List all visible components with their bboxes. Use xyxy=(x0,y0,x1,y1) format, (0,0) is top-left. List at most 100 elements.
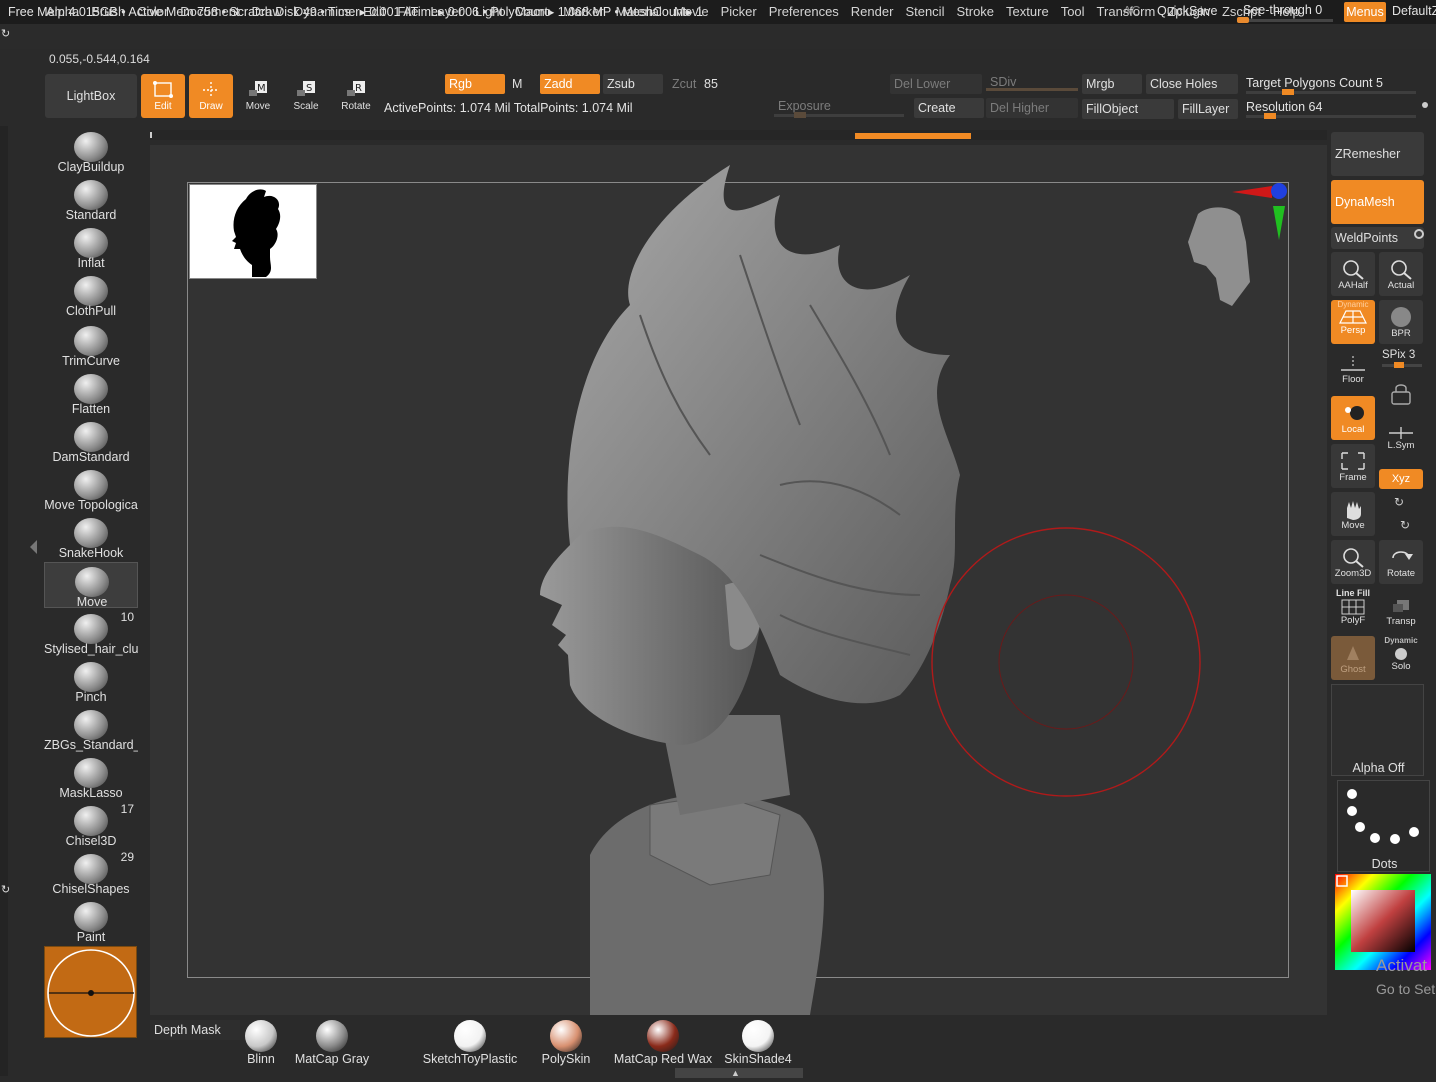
rotate-view-button[interactable]: Rotate xyxy=(1379,540,1423,584)
brush-claybuildup[interactable]: ClayBuildup xyxy=(44,128,138,174)
menu-material[interactable]: Material xyxy=(610,4,668,19)
refresh-icon[interactable]: ↻ xyxy=(1,27,10,40)
menu-edit[interactable]: Edit xyxy=(357,4,391,19)
alpha-slot[interactable]: Alpha Off xyxy=(1331,684,1424,776)
lsym-button[interactable]: L.Sym xyxy=(1379,424,1423,460)
brush-stylised-hair-clu[interactable]: Stylised_hair_clu 10 xyxy=(44,610,138,656)
material-sketchtoyplastic[interactable]: SketchToyPlastic xyxy=(420,1020,520,1066)
brush-trimcurve[interactable]: TrimCurve xyxy=(44,322,138,368)
default-script-label[interactable]: DefaultZ xyxy=(1392,4,1436,18)
del-higher-button[interactable]: Del Higher xyxy=(986,98,1078,118)
menu-render[interactable]: Render xyxy=(845,4,900,19)
menu-dynamics[interactable]: Dynamics xyxy=(288,4,357,19)
exposure-slider[interactable]: Exposure xyxy=(774,96,904,118)
weldpoints-option-icon[interactable] xyxy=(1414,229,1424,239)
target-polygons-slider[interactable]: Target Polygons Count 5 xyxy=(1242,73,1422,95)
resolution-knob[interactable] xyxy=(1264,113,1276,119)
menu-alpha[interactable]: Alpha xyxy=(40,4,85,19)
canvas-tab-active[interactable] xyxy=(855,133,971,139)
menu-preferences[interactable]: Preferences xyxy=(763,4,845,19)
xyz-toggle[interactable]: Xyz xyxy=(1379,469,1423,489)
target-polygons-knob[interactable] xyxy=(1282,89,1294,95)
zadd-toggle[interactable]: Zadd xyxy=(540,74,600,94)
zcut-toggle[interactable]: Zcut xyxy=(668,74,698,94)
see-through-track[interactable] xyxy=(1237,19,1333,22)
lock-icon[interactable] xyxy=(1388,382,1414,409)
menu-document[interactable]: Document xyxy=(174,4,245,19)
material-polyskin[interactable]: PolySkin xyxy=(532,1020,600,1066)
menu-macro[interactable]: Macro xyxy=(509,4,557,19)
fill-layer-button[interactable]: FillLayer xyxy=(1178,99,1238,119)
menu-brush[interactable]: Brush xyxy=(85,4,131,19)
create-button[interactable]: Create xyxy=(914,98,984,118)
brush-standard[interactable]: Standard xyxy=(44,176,138,222)
canvas-tab-strip[interactable] xyxy=(150,130,1327,140)
refresh-icon[interactable]: ↻ xyxy=(1,883,10,896)
frame-button[interactable]: Frame xyxy=(1331,444,1375,488)
menu-marker[interactable]: Marker xyxy=(557,4,609,19)
rotate-button[interactable]: R Rotate xyxy=(334,74,378,118)
del-lower-button[interactable]: Del Lower xyxy=(890,74,982,94)
brush-pinch[interactable]: Pinch xyxy=(44,658,138,704)
rgb-toggle[interactable]: Rgb xyxy=(445,74,505,94)
lightbox-button[interactable]: LightBox xyxy=(45,74,137,118)
menu-stroke[interactable]: Stroke xyxy=(950,4,1000,19)
ghost-button[interactable]: Ghost xyxy=(1331,636,1375,680)
menu-light[interactable]: Light xyxy=(469,4,509,19)
move-button[interactable]: M Move xyxy=(236,74,280,118)
edit-button[interactable]: Edit xyxy=(141,74,185,118)
head-gizmo-icon[interactable] xyxy=(1188,207,1250,306)
rotate-y-icon[interactable]: ↻ xyxy=(1394,495,1404,509)
left-tray-edge[interactable] xyxy=(0,126,8,1076)
floor-button[interactable]: Floor xyxy=(1331,348,1375,392)
dynamesh-button[interactable]: DynaMesh xyxy=(1331,180,1424,224)
menu-color[interactable]: Color xyxy=(131,4,174,19)
brush-snakehook[interactable]: SnakeHook xyxy=(44,514,138,560)
move-view-button[interactable]: Move xyxy=(1331,492,1375,536)
tray-arrow-icon[interactable] xyxy=(30,540,37,554)
menu-draw[interactable]: Draw xyxy=(246,4,288,19)
brush-move-topologica[interactable]: Move Topologica xyxy=(44,466,138,512)
menu-zplugin[interactable]: Zplugin xyxy=(1161,4,1216,19)
bottom-tray-handle[interactable]: ▲ xyxy=(675,1068,803,1078)
brush-zbgs-standard-i[interactable]: ZBGs_Standard_I xyxy=(44,706,138,752)
weldpoints-button[interactable]: WeldPoints xyxy=(1331,227,1424,249)
brush-preview[interactable] xyxy=(44,946,137,1038)
bpr-button[interactable]: BPR xyxy=(1379,300,1423,344)
transp-button[interactable]: Transp xyxy=(1379,588,1423,632)
scale-button[interactable]: S Scale xyxy=(284,74,328,118)
resolution-dot-icon[interactable] xyxy=(1422,102,1428,108)
material-matcap-gray[interactable]: MatCap Gray xyxy=(282,1020,382,1066)
spix-slider[interactable]: SPix 3 xyxy=(1382,349,1426,368)
tray-up-icon[interactable]: ▲ xyxy=(731,1068,740,1078)
brush-move[interactable]: Move xyxy=(44,562,138,609)
material-matcap-red-wax[interactable]: MatCap Red Wax xyxy=(608,1020,718,1066)
menu-texture[interactable]: Texture xyxy=(1000,4,1055,19)
menu-transform[interactable]: Transform xyxy=(1091,4,1162,19)
menu-layer[interactable]: Layer xyxy=(424,4,469,19)
material-skinshade4[interactable]: SkinShade4 xyxy=(718,1020,798,1066)
close-holes-button[interactable]: Close Holes xyxy=(1146,74,1238,94)
resolution-slider[interactable]: Resolution 64 xyxy=(1242,97,1422,119)
stroke-slot[interactable]: Dots xyxy=(1337,780,1430,872)
x-axis-icon[interactable] xyxy=(1232,186,1272,198)
menu-picker[interactable]: Picker xyxy=(715,4,763,19)
menu-help[interactable]: Help xyxy=(1267,4,1306,19)
m-toggle[interactable]: M xyxy=(508,74,536,94)
menus-toggle-button[interactable]: Menus xyxy=(1344,2,1386,22)
brush-inflat[interactable]: Inflat xyxy=(44,224,138,270)
rotate-z-icon[interactable]: ↻ xyxy=(1400,518,1410,532)
zsub-toggle[interactable]: Zsub xyxy=(603,74,663,94)
persp-button[interactable]: Dynamic Persp xyxy=(1331,300,1375,344)
brush-paint[interactable]: Paint xyxy=(44,898,138,944)
brush-damstandard[interactable]: DamStandard xyxy=(44,418,138,464)
z-axis-icon[interactable] xyxy=(1271,183,1287,199)
local-button[interactable]: Local xyxy=(1331,396,1375,440)
draw-button[interactable]: Draw xyxy=(189,74,233,118)
brush-masklasso[interactable]: MaskLasso xyxy=(44,754,138,800)
fill-object-button[interactable]: FillObject xyxy=(1082,99,1174,119)
brush-chiselshapes[interactable]: ChiselShapes 29 xyxy=(44,850,138,896)
aahalf-button[interactable]: AAHalf xyxy=(1331,252,1375,296)
sculpt-model[interactable] xyxy=(480,155,1000,1015)
y-axis-icon[interactable] xyxy=(1273,206,1285,240)
